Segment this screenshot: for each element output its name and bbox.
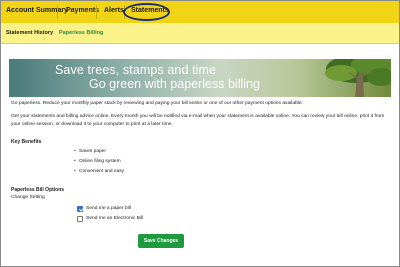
nav-payments[interactable]: Payments <box>66 7 99 14</box>
paper-bill-checkbox[interactable] <box>77 206 83 212</box>
details-text: Get your statements and billing advice o… <box>11 114 385 127</box>
nav-account-summary[interactable]: Account Summary <box>6 7 68 14</box>
tree-image <box>325 59 391 97</box>
benefit-item: Saves paper <box>74 149 106 154</box>
banner-headline: Save trees, stamps and time <box>55 63 217 77</box>
benefits-heading: Key Benefits <box>11 139 42 145</box>
banner-subheadline: Go green with paperless billing <box>89 77 260 91</box>
change-setting-label: Change Setting <box>11 195 45 200</box>
top-nav: Account Summary Payments Alerts Statemen… <box>1 1 399 23</box>
sub-nav: Statement History Paperless Billing <box>1 23 399 44</box>
nav-statements[interactable]: Statements <box>131 7 169 14</box>
intro-text: Go paperless. Reduce your monthly paper … <box>11 101 303 106</box>
benefit-item: Convenient and easy <box>74 169 124 174</box>
electronic-bill-checkbox[interactable] <box>77 216 83 222</box>
nav-alerts[interactable]: Alerts <box>104 7 124 14</box>
subnav-statement-history[interactable]: Statement History <box>6 30 53 36</box>
paperless-banner: Save trees, stamps and time Go green wit… <box>9 59 391 97</box>
nav-divider <box>124 5 125 19</box>
nav-divider <box>96 5 97 19</box>
page-frame: Account Summary Payments Alerts Statemen… <box>0 0 400 267</box>
paper-bill-label: Send me a paper bill <box>86 206 131 211</box>
options-heading: Paperless Bill Options <box>11 187 65 193</box>
save-changes-button[interactable]: Save Changes <box>138 234 184 248</box>
electronic-bill-label: Send me an Electronic Bill <box>86 216 144 221</box>
benefit-item: Online filing system <box>74 159 121 164</box>
subnav-paperless-billing[interactable]: Paperless Billing <box>59 30 103 36</box>
nav-divider <box>57 5 58 19</box>
